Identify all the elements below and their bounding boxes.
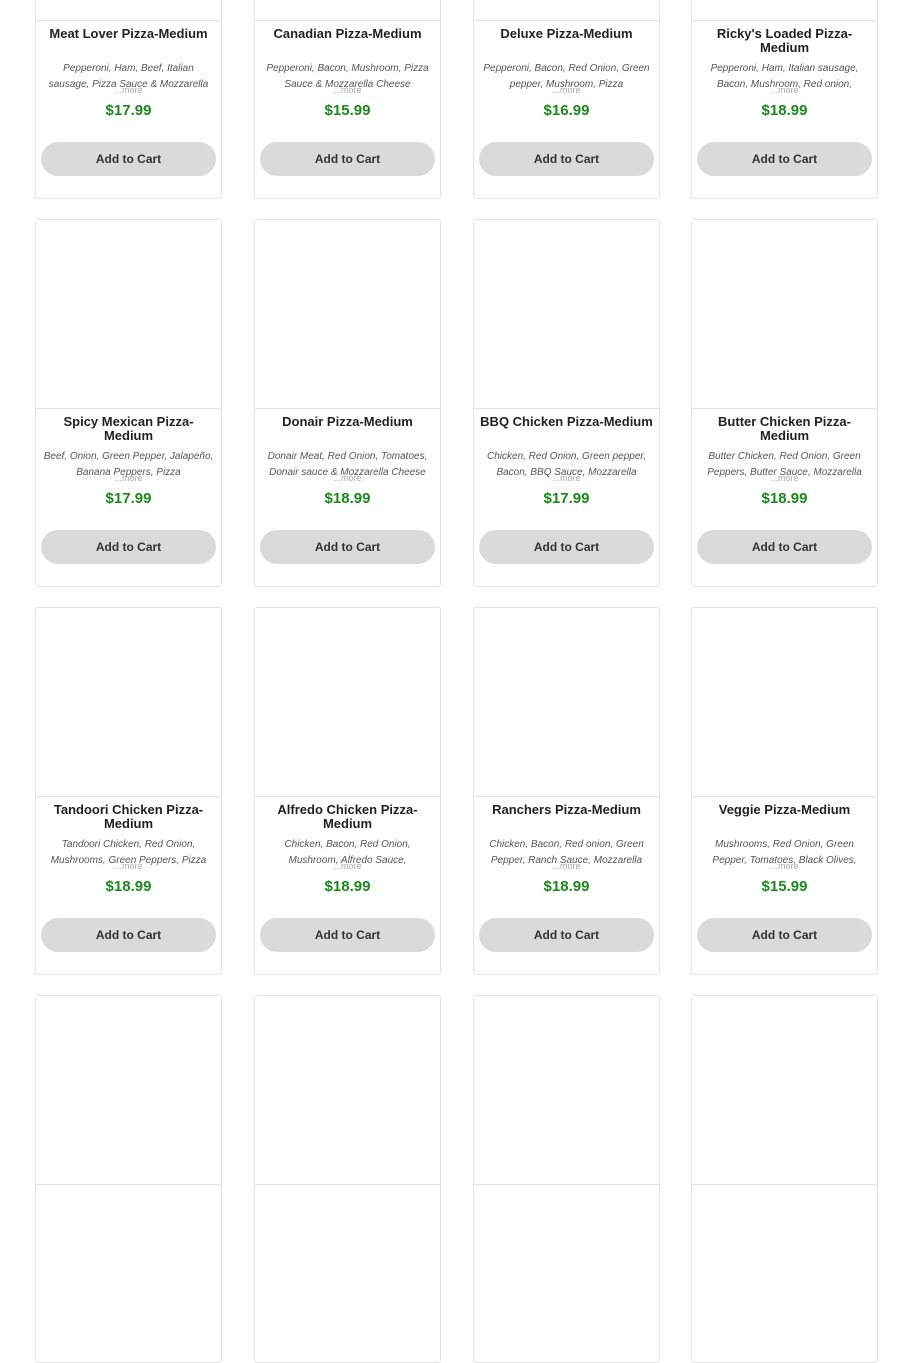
product-title[interactable]: Alfredo Chicken Pizza-Medium [261, 803, 434, 831]
product-image[interactable] [474, 996, 659, 1185]
add-to-cart-button[interactable]: Add to Cart [260, 530, 435, 564]
product-card[interactable]: Deluxe Pizza-Medium Pepperoni, Bacon, Re… [473, 0, 660, 199]
product-card[interactable]: Veggie Pizza-Medium Mushrooms, Red Onion… [691, 607, 878, 975]
product-title[interactable]: Spicy Mexican Pizza-Medium [42, 415, 215, 443]
more-link[interactable]: ...more [692, 861, 877, 871]
product-title[interactable]: Tandoori Chicken Pizza-Medium [42, 803, 215, 831]
product-title[interactable]: BBQ Chicken Pizza-Medium [480, 415, 653, 429]
product-price: $18.99 [324, 878, 371, 895]
product-card[interactable]: BBQ Chicken Pizza-Medium Chicken, Red On… [473, 219, 660, 587]
product-price: $15.99 [761, 878, 808, 895]
more-link[interactable]: ...more [255, 85, 440, 95]
product-title[interactable]: Donair Pizza-Medium [261, 415, 434, 429]
add-to-cart-button[interactable]: Add to Cart [260, 918, 435, 952]
product-image[interactable] [255, 220, 440, 409]
add-to-cart-button[interactable]: Add to Cart [479, 142, 654, 176]
product-price: $18.99 [761, 102, 808, 119]
more-link[interactable]: ...more [36, 473, 221, 483]
product-price: $18.99 [761, 490, 808, 507]
product-title[interactable]: Canadian Pizza-Medium [261, 27, 434, 41]
product-card[interactable]: Butter Chicken Pizza-Medium Butter Chick… [691, 219, 878, 587]
add-to-cart-button[interactable]: Add to Cart [697, 530, 872, 564]
product-title[interactable]: Ricky's Loaded Pizza-Medium [698, 27, 871, 55]
product-image[interactable] [36, 608, 221, 797]
add-to-cart-button[interactable]: Add to Cart [697, 142, 872, 176]
more-link[interactable]: ...more [692, 85, 877, 95]
product-image[interactable] [474, 220, 659, 409]
product-image[interactable] [692, 996, 877, 1185]
more-link[interactable]: ...more [474, 85, 659, 95]
product-price: $18.99 [543, 878, 590, 895]
add-to-cart-button[interactable]: Add to Cart [41, 918, 216, 952]
product-title[interactable]: Meat Lover Pizza-Medium [42, 27, 215, 41]
product-price: $17.99 [105, 490, 152, 507]
more-link[interactable]: ...more [36, 861, 221, 871]
product-price: $17.99 [543, 490, 590, 507]
product-image[interactable] [255, 996, 440, 1185]
product-title[interactable]: Veggie Pizza-Medium [698, 803, 871, 817]
more-link[interactable]: ...more [255, 861, 440, 871]
product-title[interactable]: Butter Chicken Pizza-Medium [698, 415, 871, 443]
product-image[interactable] [474, 0, 659, 21]
product-card[interactable] [254, 995, 441, 1363]
product-image[interactable] [692, 0, 877, 21]
more-link[interactable]: ...more [474, 473, 659, 483]
add-to-cart-button[interactable]: Add to Cart [479, 530, 654, 564]
product-image[interactable] [692, 220, 877, 409]
product-image[interactable] [36, 996, 221, 1185]
product-title[interactable]: Ranchers Pizza-Medium [480, 803, 653, 817]
product-card[interactable]: Donair Pizza-Medium Donair Meat, Red Oni… [254, 219, 441, 587]
more-link[interactable]: ...more [255, 473, 440, 483]
product-price: $17.99 [105, 102, 152, 119]
product-price: $18.99 [324, 490, 371, 507]
add-to-cart-button[interactable]: Add to Cart [697, 918, 872, 952]
product-price: $15.99 [324, 102, 371, 119]
product-card[interactable]: Tandoori Chicken Pizza-Medium Tandoori C… [35, 607, 222, 975]
product-image[interactable] [36, 220, 221, 409]
more-link[interactable]: ...more [36, 85, 221, 95]
product-title[interactable]: Deluxe Pizza-Medium [480, 27, 653, 41]
add-to-cart-button[interactable]: Add to Cart [479, 918, 654, 952]
product-price: $18.99 [105, 878, 152, 895]
product-image[interactable] [255, 0, 440, 21]
add-to-cart-button[interactable]: Add to Cart [260, 142, 435, 176]
product-card[interactable] [473, 995, 660, 1363]
product-card[interactable]: Canadian Pizza-Medium Pepperoni, Bacon, … [254, 0, 441, 199]
add-to-cart-button[interactable]: Add to Cart [41, 142, 216, 176]
product-image[interactable] [36, 0, 221, 21]
product-card[interactable]: Meat Lover Pizza-Medium Pepperoni, Ham, … [35, 0, 222, 199]
add-to-cart-button[interactable]: Add to Cart [41, 530, 216, 564]
product-card[interactable] [691, 995, 878, 1363]
product-card[interactable]: Alfredo Chicken Pizza-Medium Chicken, Ba… [254, 607, 441, 975]
product-card[interactable]: Ricky's Loaded Pizza-Medium Pepperoni, H… [691, 0, 878, 199]
product-price: $16.99 [543, 102, 590, 119]
product-card[interactable]: Ranchers Pizza-Medium Chicken, Bacon, Re… [473, 607, 660, 975]
product-card[interactable]: Spicy Mexican Pizza-Medium Beef, Onion, … [35, 219, 222, 587]
more-link[interactable]: ...more [474, 861, 659, 871]
product-image[interactable] [474, 608, 659, 797]
product-image[interactable] [692, 608, 877, 797]
more-link[interactable]: ...more [692, 473, 877, 483]
product-card[interactable] [35, 995, 222, 1363]
product-image[interactable] [255, 608, 440, 797]
